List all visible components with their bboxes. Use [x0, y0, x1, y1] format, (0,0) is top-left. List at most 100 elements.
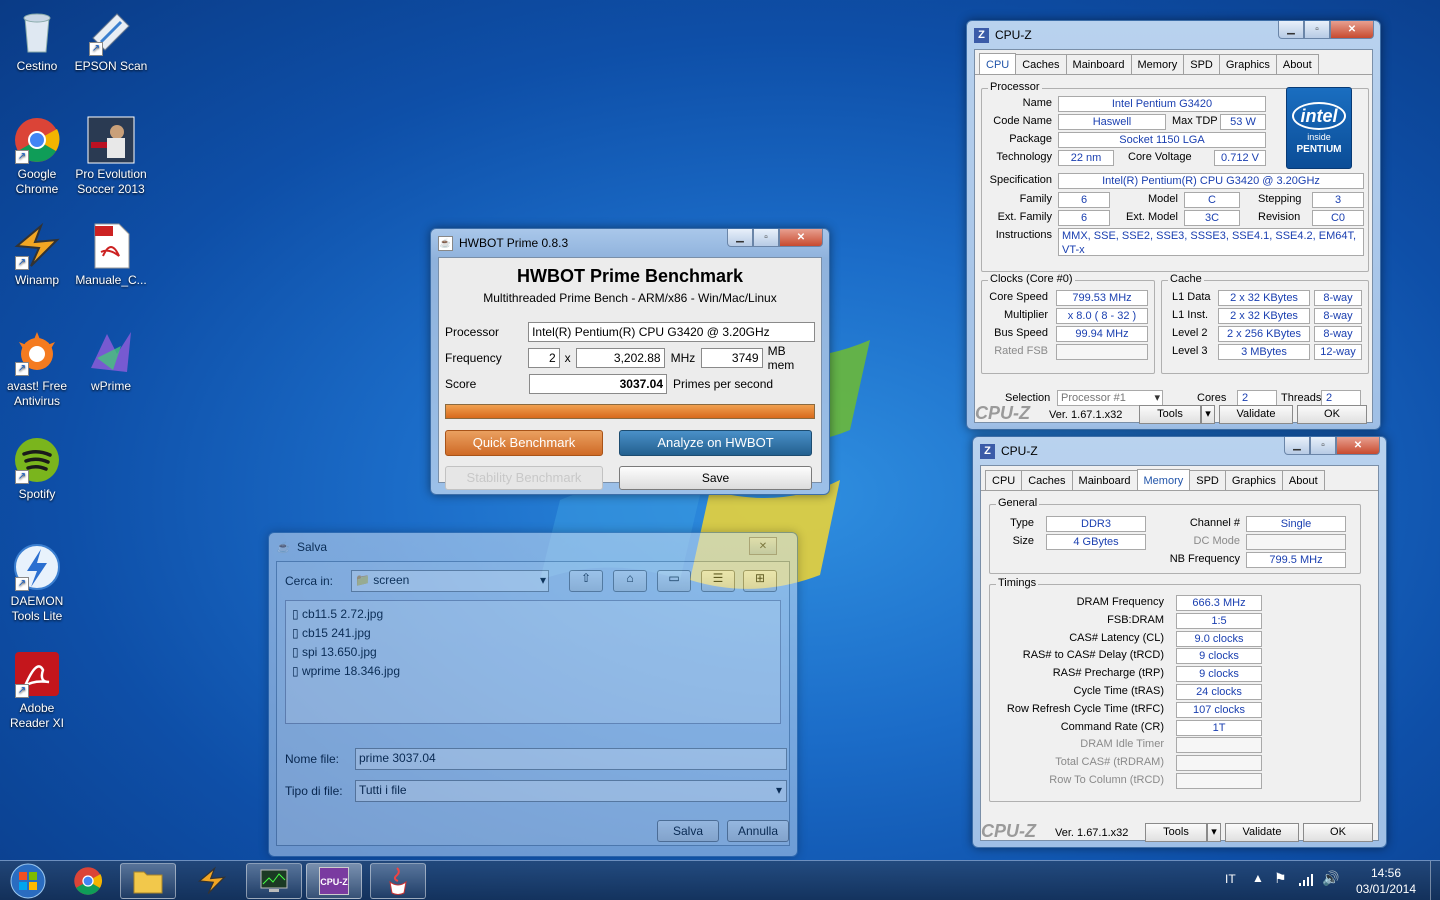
tab-cpu[interactable]: CPU: [985, 470, 1023, 490]
close-button[interactable]: ✕: [749, 537, 777, 555]
show-hidden-icons-button[interactable]: ▲: [1252, 871, 1264, 885]
file-item[interactable]: ▯ cb15 241.jpg: [292, 624, 774, 643]
up-folder-button[interactable]: ⇧: [569, 570, 603, 592]
maximize-button[interactable]: ▫: [1310, 437, 1336, 455]
type-label: Type: [1010, 517, 1034, 529]
minimize-button[interactable]: ▁: [1278, 21, 1304, 39]
ok-button[interactable]: OK: [1303, 823, 1373, 842]
new-folder-button[interactable]: ▭: [657, 570, 691, 592]
validate-button[interactable]: Validate: [1219, 405, 1293, 424]
cpuz-cpu-window[interactable]: Z CPU-Z ▁ ▫ ✕ CPU Caches Mainboard Memor…: [966, 20, 1381, 430]
minimize-button[interactable]: ▁: [1284, 437, 1310, 455]
tab-caches[interactable]: Caches: [1015, 54, 1067, 74]
hwbot-prime-window[interactable]: ☕ HWBOT Prime 0.8.3 ▁ ▫ ✕ HWBOT Prime Be…: [430, 228, 830, 495]
file-item[interactable]: ▯ cb11.5 2.72.jpg: [292, 605, 774, 624]
tools-dropdown-button[interactable]: ▾: [1207, 823, 1221, 842]
tab-mainboard[interactable]: Mainboard: [1065, 54, 1132, 74]
desktop-icon-google-chrome[interactable]: ↗ Google Chrome: [0, 116, 74, 197]
processor-group: Processor Name Intel Pentium G3420 Code …: [981, 81, 1369, 272]
home-button[interactable]: ⌂: [613, 570, 647, 592]
level3-label: Level 3: [1172, 345, 1208, 357]
stability-benchmark-button[interactable]: Stability Benchmark: [445, 466, 603, 490]
timings-group: Timings DRAM Frequency 666.3 MHz FSB:DRAM 1…: [989, 577, 1361, 802]
clock[interactable]: 14:56 03/01/2014: [1350, 865, 1422, 897]
taskbar-explorer[interactable]: [120, 863, 176, 899]
level3-way: 12-way: [1314, 344, 1362, 360]
tools-button[interactable]: Tools: [1139, 405, 1201, 424]
group-title: General: [996, 497, 1040, 509]
filetype-dropdown[interactable]: Tutti i file ▾: [355, 780, 787, 802]
analyze-on-hwbot-button[interactable]: Analyze on HWBOT: [619, 430, 812, 456]
close-button[interactable]: ✕: [779, 229, 823, 247]
save-button[interactable]: Save: [619, 466, 812, 490]
ok-button[interactable]: OK: [1297, 405, 1367, 424]
save-dialog-save-button[interactable]: Salva: [657, 820, 719, 842]
tab-caches[interactable]: Caches: [1021, 470, 1073, 490]
cpuz-memory-window[interactable]: Z CPU-Z ▁ ▫ ✕ CPU Caches Mainboard Memor…: [972, 436, 1387, 848]
file-list[interactable]: ▯ cb11.5 2.72.jpg ▯ cb15 241.jpg ▯ spi 1…: [285, 600, 781, 724]
taskbar-cpu-z[interactable]: CPU-Z: [306, 863, 362, 899]
tools-dropdown-button[interactable]: ▾: [1201, 405, 1215, 424]
close-button[interactable]: ✕: [1336, 437, 1380, 455]
filename-input[interactable]: prime 3037.04: [355, 748, 787, 770]
validate-button[interactable]: Validate: [1225, 823, 1299, 842]
tab-spd[interactable]: SPD: [1189, 470, 1226, 490]
multiplier-field[interactable]: 2: [527, 348, 560, 368]
volume-icon[interactable]: 🔊: [1322, 870, 1339, 887]
look-in-dropdown[interactable]: 📁 screen ▾: [351, 570, 549, 592]
desktop-icon-epson-scan[interactable]: ↗ EPSON Scan: [74, 8, 148, 74]
minimize-button[interactable]: ▁: [727, 229, 753, 247]
frequency-field[interactable]: 3,202.88: [575, 348, 665, 368]
file-item[interactable]: ▯ spi 13.650.jpg: [292, 643, 774, 662]
tab-mainboard[interactable]: Mainboard: [1071, 470, 1138, 490]
desktop-icon-avast[interactable]: ↗ avast! Free Antivirus: [0, 328, 74, 409]
taskbar-chrome[interactable]: [60, 863, 116, 899]
benchmark-subheading: Multithreaded Prime Bench - ARM/x86 - Wi…: [483, 291, 777, 305]
tab-graphics[interactable]: Graphics: [1224, 470, 1283, 490]
taskbar-task-manager[interactable]: [246, 863, 302, 899]
taskbar-java[interactable]: [370, 863, 426, 899]
details-view-button[interactable]: ⊞: [743, 570, 777, 592]
maximize-button[interactable]: ▫: [753, 229, 779, 247]
package-value: Socket 1150 LGA: [1058, 132, 1266, 148]
show-desktop-button[interactable]: [1430, 861, 1440, 900]
taskbar-winamp[interactable]: [184, 863, 240, 899]
desktop-icon-winamp[interactable]: ↗ Winamp: [0, 222, 74, 288]
desktop-icon-spotify[interactable]: ↗ Spotify: [0, 436, 74, 502]
tab-graphics[interactable]: Graphics: [1218, 54, 1277, 74]
memory-field[interactable]: 3749: [701, 348, 763, 368]
stepping-value: 3: [1312, 192, 1364, 208]
tab-memory[interactable]: Memory: [1136, 469, 1191, 490]
task-manager-icon: [260, 869, 288, 892]
quick-benchmark-button[interactable]: Quick Benchmark: [445, 430, 603, 456]
desktop-icon-adobe-reader[interactable]: ↗ Adobe Reader XI: [0, 650, 74, 731]
file-item[interactable]: ▯ wprime 18.346.jpg: [292, 662, 774, 681]
desktop-icon-manuale[interactable]: Manuale_C...: [74, 222, 148, 288]
close-button[interactable]: ✕: [1330, 21, 1374, 39]
desktop-icon-daemon-tools[interactable]: ↗ DAEMON Tools Lite: [0, 543, 74, 624]
java-icon: ☕: [276, 541, 291, 554]
network-icon[interactable]: [1298, 873, 1314, 887]
score-unit: Primes per second: [673, 377, 774, 391]
tab-spd[interactable]: SPD: [1183, 54, 1220, 74]
save-dialog-window[interactable]: ☕ Salva ✕ Cerca in: 📁 screen ▾ ⇧ ⌂ ▭ ☰ ⊞…: [268, 532, 798, 857]
tab-about[interactable]: About: [1281, 470, 1325, 490]
desktop-icon-cestino[interactable]: Cestino: [0, 8, 74, 74]
maximize-button[interactable]: ▫: [1304, 21, 1330, 39]
recycle-bin-icon: [13, 8, 61, 56]
tab-cpu[interactable]: CPU: [979, 53, 1017, 74]
score-field[interactable]: 3037.04: [529, 374, 667, 394]
level2-way: 8-way: [1314, 326, 1362, 342]
language-indicator[interactable]: IT: [1225, 872, 1236, 886]
tab-memory[interactable]: Memory: [1130, 54, 1185, 74]
save-dialog-cancel-button[interactable]: Annulla: [727, 820, 789, 842]
tools-button[interactable]: Tools: [1145, 823, 1207, 842]
list-view-button[interactable]: ☰: [701, 570, 735, 592]
start-button[interactable]: [2, 863, 54, 899]
tab-about[interactable]: About: [1275, 54, 1319, 74]
action-center-flag-icon[interactable]: ⚑: [1274, 870, 1287, 887]
desktop-icon-wprime[interactable]: wPrime: [74, 328, 148, 394]
desktop-icon-pes-2013[interactable]: Pro Evolution Soccer 2013: [74, 116, 148, 197]
chrome-icon: [74, 867, 103, 895]
processor-field[interactable]: Intel(R) Pentium(R) CPU G3420 @ 3.20GHz: [528, 322, 815, 342]
